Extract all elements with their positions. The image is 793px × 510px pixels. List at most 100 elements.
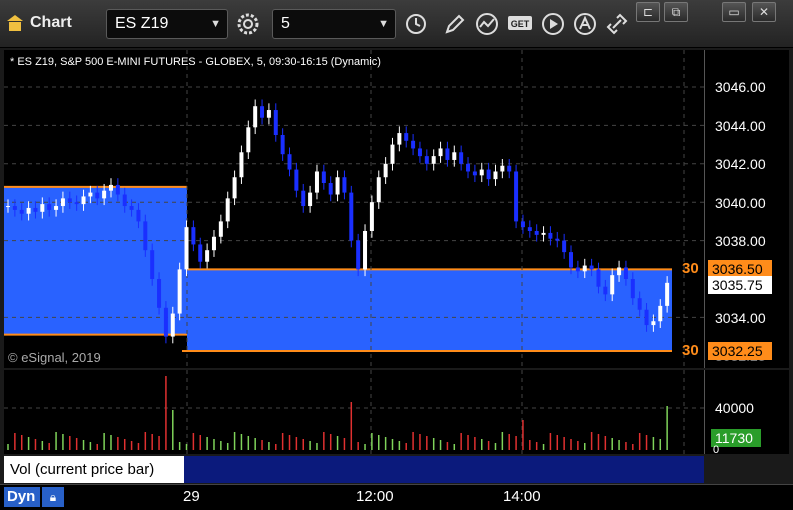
maximize-icon: ▭ bbox=[728, 5, 740, 19]
candle-body bbox=[253, 106, 258, 128]
candle-body bbox=[54, 206, 59, 210]
copyright-text: © eSignal, 2019 bbox=[8, 350, 101, 365]
price-chart-svg bbox=[4, 50, 704, 368]
candle-body bbox=[383, 163, 388, 178]
candle-body bbox=[95, 192, 100, 199]
candle-body bbox=[411, 140, 416, 149]
candle-body bbox=[569, 252, 574, 268]
level-upper-label: 30 bbox=[682, 260, 699, 277]
get-icon: GET bbox=[508, 16, 532, 30]
candle-body bbox=[88, 192, 93, 197]
close-button[interactable]: ✕ bbox=[752, 2, 776, 22]
lock-icon[interactable]: 🔒︎ bbox=[42, 487, 64, 507]
price-tick: 3042.00 bbox=[715, 156, 766, 172]
gear-icon bbox=[237, 13, 259, 35]
candle-body bbox=[266, 110, 271, 118]
candle-body bbox=[280, 135, 285, 155]
candle-body bbox=[136, 209, 141, 222]
candle-body bbox=[356, 240, 361, 270]
link-button[interactable] bbox=[602, 8, 632, 40]
pin-button[interactable]: ⊏ bbox=[636, 2, 660, 22]
restore-button[interactable]: ⧉ bbox=[664, 2, 688, 22]
alert-button[interactable] bbox=[570, 8, 600, 40]
candle-body bbox=[191, 227, 196, 245]
time-label: 12:00 bbox=[356, 488, 394, 505]
candle-body bbox=[67, 198, 72, 203]
candle-body bbox=[500, 165, 505, 172]
candle-body bbox=[143, 221, 148, 251]
symbol-value: ES Z19 bbox=[115, 15, 169, 32]
candle-body bbox=[376, 177, 381, 203]
pencil-icon bbox=[445, 14, 465, 34]
price-tick: 3040.00 bbox=[715, 195, 766, 211]
candle-body bbox=[582, 265, 587, 272]
candle-body bbox=[33, 207, 38, 212]
candle-body bbox=[26, 207, 31, 214]
candle-body bbox=[218, 221, 223, 237]
alert-a-icon bbox=[574, 13, 596, 35]
candle-body bbox=[308, 192, 313, 207]
candle-body bbox=[562, 240, 567, 253]
chart-menu-icon[interactable] bbox=[4, 12, 26, 34]
maximize-button[interactable]: ▭ bbox=[722, 2, 746, 22]
volume-chart[interactable] bbox=[4, 370, 704, 454]
candle-body bbox=[177, 269, 182, 314]
interval-input[interactable]: 5 ▼ bbox=[272, 9, 396, 39]
candle-body bbox=[205, 250, 210, 262]
time-template-button[interactable] bbox=[401, 8, 431, 40]
candle-body bbox=[198, 244, 203, 262]
candle-body bbox=[363, 231, 368, 270]
candle-body bbox=[239, 152, 244, 178]
candle-body bbox=[390, 144, 395, 164]
candle-body bbox=[184, 227, 189, 270]
properties-button[interactable] bbox=[233, 8, 263, 40]
time-label: 29 bbox=[183, 488, 200, 505]
symbol-input[interactable]: ES Z19 ▼ bbox=[106, 9, 228, 39]
candle-body bbox=[225, 198, 230, 222]
candle-body bbox=[157, 279, 162, 308]
play-icon bbox=[542, 13, 564, 35]
interval-value: 5 bbox=[281, 15, 290, 32]
candle-body bbox=[150, 250, 155, 279]
price-chart[interactable] bbox=[4, 50, 704, 368]
candle-body bbox=[466, 163, 471, 172]
candle-body bbox=[328, 183, 333, 195]
candle-body bbox=[417, 148, 422, 157]
play-button[interactable] bbox=[538, 8, 568, 40]
candle-body bbox=[452, 152, 457, 160]
volume-panel-label[interactable]: Vol (current price bar) bbox=[4, 456, 184, 483]
candle-body bbox=[260, 106, 265, 118]
price-tick: 3034.00 bbox=[715, 310, 766, 326]
volume-scale[interactable]: 40000 11730 0 bbox=[704, 370, 789, 456]
candle-body bbox=[589, 265, 594, 270]
candle-body bbox=[575, 267, 580, 272]
price-tick: 3038.00 bbox=[715, 233, 766, 249]
candle-body bbox=[287, 154, 292, 170]
candle-body bbox=[514, 171, 519, 222]
level-lower-label: 30 bbox=[682, 342, 699, 359]
candle-body bbox=[108, 184, 113, 191]
candle-body bbox=[644, 309, 649, 326]
get-data-button[interactable]: GET bbox=[505, 8, 535, 40]
candle-body bbox=[665, 282, 670, 306]
time-axis[interactable]: Dyn 🔒︎ 29 12:00 14:00 bbox=[0, 484, 793, 510]
chevron-down-icon[interactable]: ▼ bbox=[210, 10, 221, 38]
price-scale[interactable]: 3046.00 3044.00 3042.00 3040.00 3038.00 … bbox=[704, 50, 789, 368]
restore-icon: ⧉ bbox=[671, 5, 681, 19]
studies-button[interactable] bbox=[472, 8, 502, 40]
close-icon[interactable]: ✕ bbox=[170, 456, 180, 470]
pin-icon: ⊏ bbox=[642, 5, 654, 19]
link-icon bbox=[606, 13, 628, 35]
candle-body bbox=[211, 236, 216, 251]
chevron-down-icon[interactable]: ▼ bbox=[378, 10, 389, 38]
candle-body bbox=[369, 202, 374, 231]
dyn-label[interactable]: Dyn bbox=[4, 487, 40, 507]
candle-body bbox=[60, 198, 65, 207]
candle-body bbox=[74, 202, 79, 205]
candle-body bbox=[637, 298, 642, 310]
window-title: Chart bbox=[30, 14, 72, 31]
close-icon: ✕ bbox=[758, 5, 770, 19]
draw-tool-button[interactable] bbox=[440, 8, 470, 40]
candle-body bbox=[404, 133, 409, 141]
candle-body bbox=[555, 238, 560, 241]
